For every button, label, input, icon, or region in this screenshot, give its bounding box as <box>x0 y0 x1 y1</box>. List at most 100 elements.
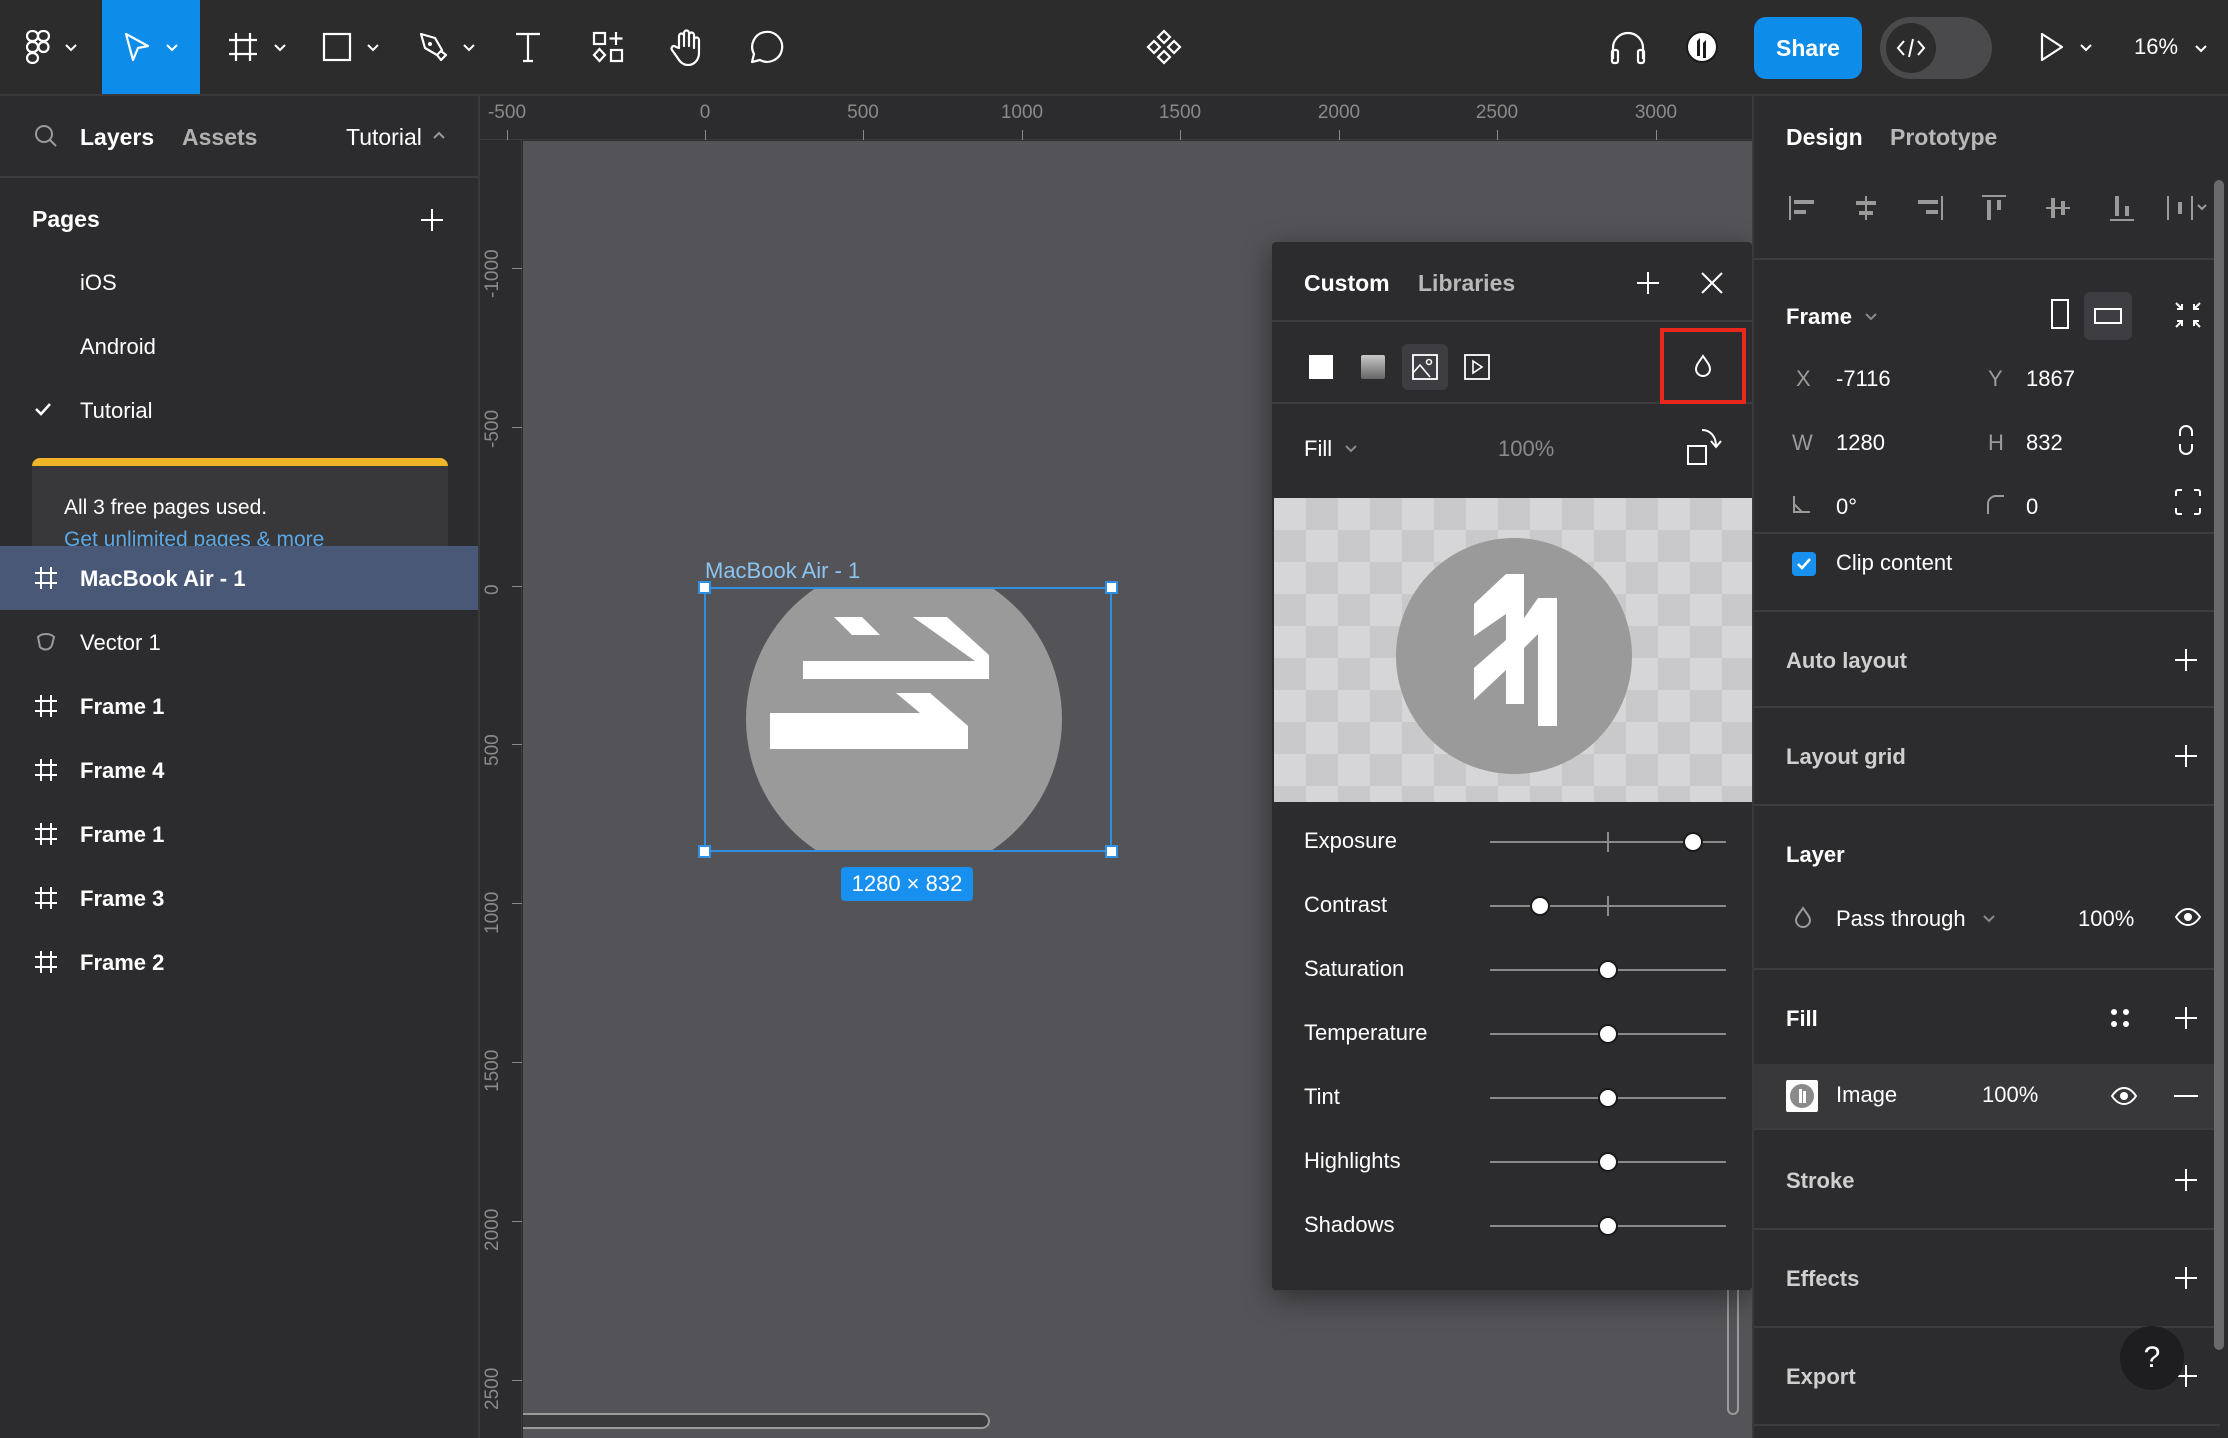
layer-row[interactable]: Frame 4 <box>0 738 478 802</box>
frame-name-label[interactable]: MacBook Air - 1 <box>705 558 860 584</box>
tab-libraries[interactable]: Libraries <box>1418 270 1515 297</box>
portrait-icon[interactable] <box>2050 298 2070 330</box>
corner-radius-input[interactable]: 0 <box>2026 494 2038 520</box>
add-fill-icon[interactable] <box>2174 1006 2198 1030</box>
tab-prototype[interactable]: Prototype <box>1890 124 1997 151</box>
chevron-down-icon[interactable] <box>1344 444 1358 454</box>
image-adjust-button[interactable] <box>1660 328 1746 404</box>
width-input[interactable]: 1280 <box>1836 430 1885 456</box>
slider-knob[interactable] <box>1598 960 1618 980</box>
eye-icon[interactable] <box>2174 906 2202 928</box>
resize-handle[interactable] <box>698 845 711 858</box>
layer-row[interactable]: MacBook Air - 1 <box>0 546 478 610</box>
tab-layers[interactable]: Layers <box>80 124 154 151</box>
pen-tool[interactable] <box>414 0 480 94</box>
resize-handle[interactable] <box>698 581 711 594</box>
page-item-ios[interactable]: iOS <box>80 270 117 296</box>
fill-type-gradient[interactable] <box>1350 344 1396 390</box>
align-top-icon[interactable] <box>1980 194 2008 222</box>
chevron-down-icon[interactable] <box>1864 312 1878 322</box>
present-button[interactable] <box>2034 0 2098 94</box>
rotate-image-icon[interactable] <box>1684 424 1728 468</box>
add-page-icon[interactable] <box>420 208 444 232</box>
clip-content-checkbox[interactable] <box>1792 552 1816 576</box>
close-icon[interactable] <box>1700 271 1724 295</box>
layer-row[interactable]: Frame 2 <box>0 930 478 994</box>
slider-knob[interactable] <box>1598 1088 1618 1108</box>
fill-opacity-input[interactable]: 100% <box>1982 1082 2038 1108</box>
hand-tool[interactable] <box>666 0 708 94</box>
add-auto-layout-icon[interactable] <box>2174 648 2198 672</box>
slider-knob[interactable] <box>1682 832 1703 852</box>
layer-row[interactable]: Frame 3 <box>0 866 478 930</box>
right-panel-scrollbar[interactable] <box>2214 180 2224 1350</box>
layer-row[interactable]: Vector 1 <box>0 610 478 674</box>
tab-custom[interactable]: Custom <box>1304 270 1390 297</box>
tab-design[interactable]: Design <box>1786 124 1863 151</box>
help-button[interactable]: ? <box>2120 1326 2184 1390</box>
add-effect-icon[interactable] <box>2174 1266 2198 1290</box>
zoom-dropdown[interactable]: 16% <box>2134 34 2208 60</box>
distribute-icon[interactable] <box>2166 194 2210 222</box>
image-preview[interactable] <box>1274 498 1752 802</box>
landscape-button[interactable] <box>2084 292 2132 340</box>
frame-tool[interactable] <box>222 0 292 94</box>
style-picker-icon[interactable] <box>2108 1006 2132 1030</box>
slider-knob[interactable] <box>1598 1216 1618 1236</box>
upsell-link[interactable]: Get unlimited pages & more <box>64 528 324 548</box>
align-right-icon[interactable] <box>1916 194 1944 222</box>
vertical-scrollbar[interactable] <box>1727 1290 1739 1415</box>
resize-to-fit-icon[interactable] <box>2174 301 2202 329</box>
eye-icon[interactable] <box>2110 1085 2138 1107</box>
align-center-h-icon[interactable] <box>1852 194 1880 222</box>
fill-type-image[interactable] <box>1402 344 1448 390</box>
resize-handle[interactable] <box>1105 581 1118 594</box>
add-stroke-icon[interactable] <box>2174 1168 2198 1192</box>
page-selector[interactable]: Tutorial <box>346 124 422 151</box>
horizontal-scrollbar[interactable] <box>523 1413 990 1429</box>
fill-swatch[interactable] <box>1786 1080 1818 1112</box>
shape-tool[interactable] <box>318 0 384 94</box>
frame-preset-dropdown[interactable]: Frame <box>1786 304 1852 330</box>
constrain-proportions-icon[interactable] <box>2176 424 2196 456</box>
align-left-icon[interactable] <box>1788 194 1816 222</box>
chevron-up-icon[interactable] <box>432 130 446 140</box>
resources-tool[interactable] <box>588 0 628 94</box>
add-layout-grid-icon[interactable] <box>2174 744 2198 768</box>
page-item-android[interactable]: Android <box>80 334 156 360</box>
chevron-down-icon[interactable] <box>1982 914 1996 924</box>
slider-knob[interactable] <box>1598 1024 1618 1044</box>
independent-corners-icon[interactable] <box>2174 488 2202 516</box>
comment-tool[interactable] <box>744 0 788 94</box>
tab-assets[interactable]: Assets <box>182 124 257 151</box>
image-opacity[interactable]: 100% <box>1498 436 1554 462</box>
remove-fill-icon[interactable] <box>2174 1094 2198 1098</box>
text-tool[interactable] <box>508 0 548 94</box>
layer-opacity-input[interactable]: 100% <box>2078 906 2134 932</box>
components-button[interactable] <box>1144 0 1184 94</box>
layer-row[interactable]: Frame 1 <box>0 802 478 866</box>
slider-knob[interactable] <box>1598 1152 1618 1172</box>
blend-mode-dropdown[interactable]: Pass through <box>1836 906 1966 932</box>
audio-button[interactable] <box>1606 0 1650 94</box>
align-center-v-icon[interactable] <box>2044 194 2072 222</box>
add-style-icon[interactable] <box>1636 271 1660 295</box>
rotation-input[interactable]: 0° <box>1836 494 1857 520</box>
height-input[interactable]: 832 <box>2026 430 2063 456</box>
fill-type-video[interactable] <box>1454 344 1500 390</box>
image-mode-dropdown[interactable]: Fill <box>1304 436 1332 462</box>
fill-type-solid[interactable] <box>1298 344 1344 390</box>
fill-type-label[interactable]: Image <box>1836 1082 1897 1108</box>
x-input[interactable]: -7116 <box>1836 366 1891 392</box>
resize-handle[interactable] <box>1105 845 1118 858</box>
dev-mode-toggle[interactable] <box>1880 17 1992 79</box>
user-avatar[interactable] <box>1682 0 1722 94</box>
main-menu-button[interactable] <box>20 0 84 94</box>
page-item-tutorial[interactable]: Tutorial <box>80 398 153 424</box>
share-button[interactable]: Share <box>1754 17 1862 79</box>
fill-row[interactable]: Image 100% <box>1754 1064 2220 1128</box>
move-tool[interactable] <box>102 0 200 94</box>
y-input[interactable]: 1867 <box>2026 366 2075 392</box>
slider-knob[interactable] <box>1529 896 1550 916</box>
align-bottom-icon[interactable] <box>2108 194 2136 222</box>
